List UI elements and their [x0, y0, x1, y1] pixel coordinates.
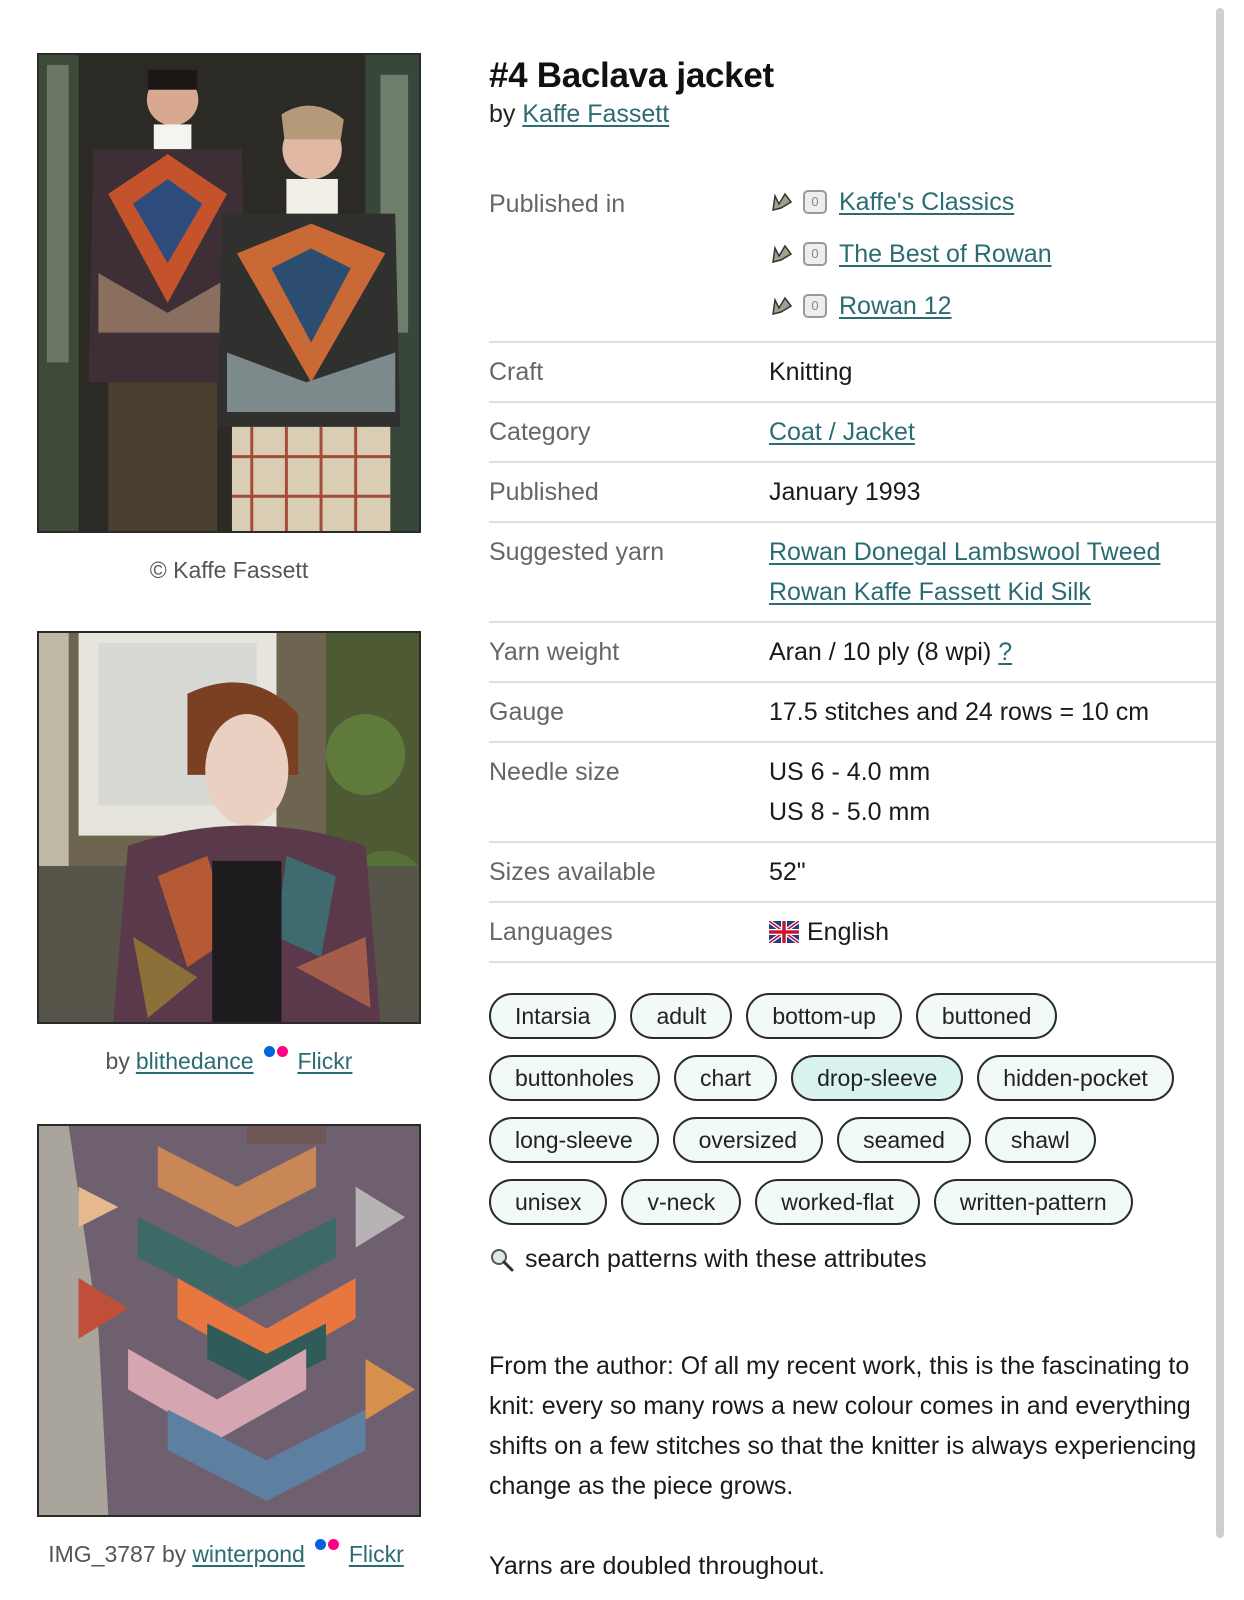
language-value: English	[807, 918, 889, 946]
pattern-description: From the author: Of all my recent work, …	[489, 1346, 1229, 1586]
attribute-tag[interactable]: unisex	[489, 1179, 608, 1225]
details-table: Published in 0 Kaffe's Classics 0 The Be…	[489, 175, 1219, 963]
pattern-photo-2[interactable]	[37, 631, 421, 1024]
book-source-icon	[772, 296, 793, 315]
craft-label: Craft	[489, 358, 544, 386]
attribute-tag[interactable]: long-sleeve	[489, 1117, 659, 1163]
search-attributes-text[interactable]: search patterns with these attributes	[525, 1245, 927, 1274]
category-label: Category	[489, 418, 591, 446]
gauge-label: Gauge	[489, 698, 565, 726]
description-paragraph: Yarns are doubled throughout.	[489, 1552, 825, 1580]
photo-3-caption: IMG_3787 by winterpond Flickr	[31, 1517, 421, 1577]
attribute-tag[interactable]: adult	[630, 993, 733, 1039]
caption-prefix: by	[105, 1048, 130, 1074]
craft-row: Craft Knitting	[489, 342, 1219, 402]
published-in-row: Published in 0 Kaffe's Classics 0 The Be…	[489, 175, 1219, 342]
source-item: 0 The Best of Rowan	[769, 228, 1219, 280]
sizes-label: Sizes available	[489, 858, 656, 886]
attribute-tag[interactable]: buttoned	[915, 993, 1058, 1039]
sizes-row: Sizes available 52"	[489, 842, 1219, 902]
needle-size-value: US 6 - 4.0 mm	[769, 758, 931, 786]
attribute-tag[interactable]: worked-flat	[755, 1179, 920, 1225]
attribute-tag[interactable]: v-neck	[621, 1179, 742, 1225]
yarn-link[interactable]: Rowan Donegal Lambswool Tweed	[769, 538, 1160, 566]
yarn-weight-label: Yarn weight	[489, 638, 620, 666]
craft-value: Knitting	[769, 358, 853, 386]
source-link[interactable]: The Best of Rowan	[839, 234, 1052, 274]
book-source-icon	[772, 244, 793, 263]
needle-size-value: US 8 - 5.0 mm	[769, 798, 931, 826]
published-in-label: Published in	[489, 190, 626, 218]
photo-2-caption: by blithedance Flickr	[37, 1024, 421, 1124]
pdf-status-icon: 0	[803, 294, 827, 318]
pattern-title: #4 Baclava jacket	[489, 56, 774, 95]
attribute-tag[interactable]: oversized	[672, 1117, 824, 1163]
pattern-photo-3[interactable]	[37, 1124, 421, 1517]
needle-size-row: Needle size US 6 - 4.0 mm US 8 - 5.0 mm	[489, 742, 1219, 842]
source-link[interactable]: Rowan 12	[839, 286, 952, 326]
pdf-status-icon: 0	[803, 242, 827, 266]
sizes-value: 52"	[769, 858, 806, 886]
suggested-yarn-label: Suggested yarn	[489, 538, 665, 566]
source-link[interactable]: Kaffe's Classics	[839, 182, 1014, 222]
photo-column: © Kaffe Fassett by blithedance Flickr IM…	[37, 53, 421, 1577]
magnifier-icon	[491, 1248, 514, 1271]
flickr-icon	[263, 1046, 288, 1057]
uk-flag-icon	[769, 921, 799, 943]
attribute-tag[interactable]: drop-sleeve	[791, 1055, 964, 1101]
gauge-value: 17.5 stitches and 24 rows = 10 cm	[769, 698, 1150, 726]
flickr-icon	[314, 1539, 339, 1550]
attribute-tag[interactable]: buttonholes	[489, 1055, 660, 1101]
languages-label: Languages	[489, 918, 613, 946]
languages-row: Languages English	[489, 902, 1219, 962]
needle-size-label: Needle size	[489, 758, 620, 786]
photo-1-caption: © Kaffe Fassett	[37, 533, 421, 631]
photo-credit-text: © Kaffe Fassett	[149, 557, 309, 583]
byline-prefix: by	[489, 100, 516, 128]
search-attributes[interactable]: search patterns with these attributes	[489, 1245, 1229, 1274]
pattern-photo-1[interactable]	[37, 53, 421, 533]
flickr-link[interactable]: Flickr	[298, 1046, 353, 1076]
attribute-tags: Intarsia adult bottom-up buttoned buttonhole…	[489, 993, 1209, 1225]
attribute-tag[interactable]: seamed	[837, 1117, 971, 1163]
yarn-link[interactable]: Rowan Kaffe Fassett Kid Silk	[769, 578, 1091, 606]
source-item: 0 Kaffe's Classics	[769, 176, 1219, 228]
yarn-weight-help-link[interactable]: ?	[998, 638, 1012, 666]
published-row: Published January 1993	[489, 462, 1219, 522]
attribute-tag[interactable]: Intarsia	[489, 993, 617, 1039]
category-row: Category Coat / Jacket	[489, 402, 1219, 462]
flickr-link[interactable]: Flickr	[349, 1539, 404, 1569]
yarn-weight-row: Yarn weight Aran / 10 ply (8 wpi) ?	[489, 622, 1219, 682]
scrollbar[interactable]	[1216, 8, 1224, 1538]
yarn-weight-value: Aran / 10 ply (8 wpi)	[769, 638, 992, 666]
source-item: 0 Rowan 12	[769, 280, 1219, 332]
published-label: Published	[489, 478, 599, 506]
caption-prefix: IMG_3787 by	[48, 1541, 187, 1567]
gauge-row: Gauge 17.5 stitches and 24 rows = 10 cm	[489, 682, 1219, 742]
pattern-details: #4 Baclava jacket by Kaffe Fassett Publi…	[489, 55, 1229, 1600]
byline: by Kaffe Fassett	[489, 97, 1229, 131]
book-source-icon	[772, 192, 793, 211]
published-in-list: 0 Kaffe's Classics 0 The Best of Rowan 0…	[769, 175, 1219, 342]
photo-user-link[interactable]: blithedance	[136, 1046, 254, 1076]
published-value: January 1993	[769, 478, 921, 506]
attribute-tag[interactable]: hidden-pocket	[977, 1055, 1174, 1101]
suggested-yarn-row: Suggested yarn Rowan Donegal Lambswool T…	[489, 522, 1219, 622]
attribute-tag[interactable]: chart	[673, 1055, 778, 1101]
pdf-status-icon: 0	[803, 190, 827, 214]
attribute-tag[interactable]: shawl	[984, 1117, 1096, 1163]
designer-link[interactable]: Kaffe Fassett	[522, 100, 669, 128]
attribute-tag[interactable]: bottom-up	[746, 993, 902, 1039]
photo-user-link[interactable]: winterpond	[192, 1539, 305, 1569]
description-paragraph: From the author: Of all my recent work, …	[489, 1352, 1197, 1500]
category-link[interactable]: Coat / Jacket	[769, 418, 915, 446]
attribute-tag[interactable]: written-pattern	[933, 1179, 1133, 1225]
